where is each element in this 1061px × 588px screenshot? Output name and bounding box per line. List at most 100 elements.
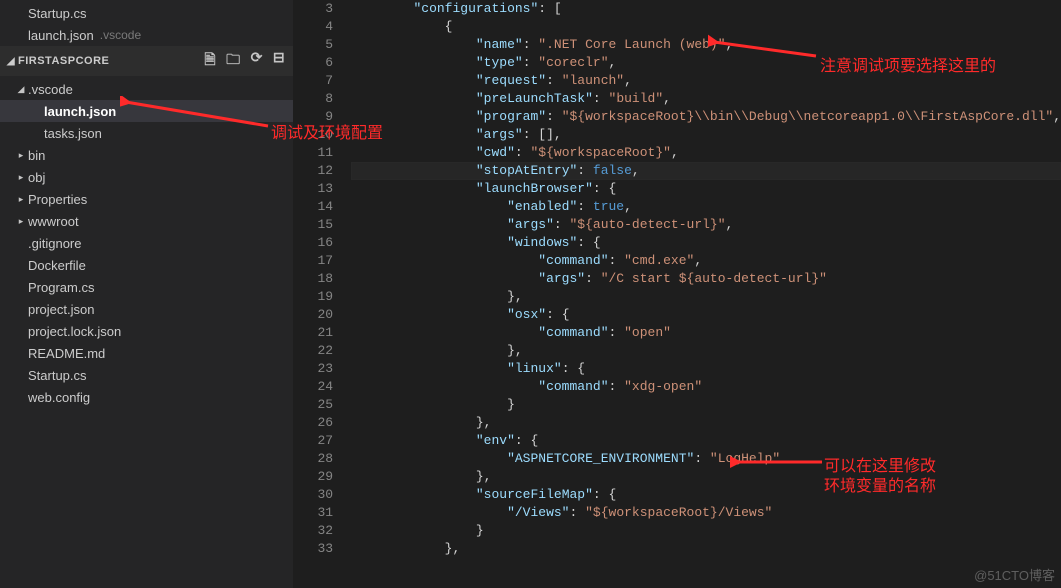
code-content[interactable]: "configurations": [ { "name": ".NET Core… [351,0,1061,588]
code-line[interactable]: "osx": { [351,306,1061,324]
code-editor[interactable]: 3456789101112131415161718192021222324252… [293,0,1061,588]
tree-item-label: project.json [28,302,94,317]
code-line[interactable]: "preLaunchTask": "build", [351,90,1061,108]
line-number: 29 [293,468,333,486]
line-number: 23 [293,360,333,378]
code-line[interactable]: "windows": { [351,234,1061,252]
tree-file[interactable]: ▸README.md [0,342,293,364]
tree-item-label: bin [28,148,45,163]
code-line[interactable]: "configurations": [ [351,0,1061,18]
line-number: 27 [293,432,333,450]
line-number: 30 [293,486,333,504]
code-line[interactable]: "env": { [351,432,1061,450]
open-editor-filename: Startup.cs [28,6,87,21]
open-editor-filename: launch.json [28,28,94,43]
file-tree: ◢.vscode▸launch.json▸tasks.json▸bin▸obj▸… [0,76,293,408]
tree-file[interactable]: ▸Program.cs [0,276,293,298]
code-line[interactable]: "command": "cmd.exe", [351,252,1061,270]
line-number: 10 [293,126,333,144]
tree-folder[interactable]: ◢.vscode [0,78,293,100]
explorer-section-header[interactable]: ◢ FIRSTASPCORE 🗎 🗀 ⟳ ⊟ [0,46,293,76]
refresh-icon[interactable]: ⟳ [251,49,263,73]
code-line[interactable]: "args": "${auto-detect-url}", [351,216,1061,234]
collapse-all-icon[interactable]: ⊟ [273,49,285,73]
tree-file[interactable]: ▸project.json [0,298,293,320]
project-title: FIRSTASPCORE [18,55,204,67]
tree-item-label: .vscode [28,82,73,97]
code-line[interactable]: "linux": { [351,360,1061,378]
tree-item-label: .gitignore [28,236,81,251]
code-line[interactable]: } [351,522,1061,540]
chevron-right-icon: ▸ [14,194,28,205]
new-file-icon[interactable]: 🗎 [204,49,216,73]
tree-file[interactable]: ▸launch.json [0,100,293,122]
code-line[interactable]: "name": ".NET Core Launch (web)", [351,36,1061,54]
code-line[interactable]: "type": "coreclr", [351,54,1061,72]
code-line[interactable]: "launchBrowser": { [351,180,1061,198]
code-line[interactable]: }, [351,342,1061,360]
line-number: 32 [293,522,333,540]
code-line[interactable]: "stopAtEntry": false, [351,162,1061,180]
watermark: @51CTO博客 [974,565,1055,584]
tree-item-label: Startup.cs [28,368,87,383]
open-editors-group: Startup.cs launch.json.vscode [0,0,293,46]
code-line[interactable]: "sourceFileMap": { [351,486,1061,504]
line-number: 4 [293,18,333,36]
code-line[interactable]: }, [351,468,1061,486]
code-line[interactable]: "enabled": true, [351,198,1061,216]
code-line[interactable]: "args": [], [351,126,1061,144]
line-number: 26 [293,414,333,432]
line-number: 7 [293,72,333,90]
tree-item-label: Program.cs [28,280,94,295]
new-folder-icon[interactable]: 🗀 [226,49,241,73]
line-number: 8 [293,90,333,108]
line-number: 13 [293,180,333,198]
code-line[interactable]: "program": "${workspaceRoot}\\bin\\Debug… [351,108,1061,126]
tree-file[interactable]: ▸tasks.json [0,122,293,144]
line-number: 22 [293,342,333,360]
line-number: 11 [293,144,333,162]
line-number: 6 [293,54,333,72]
tree-file[interactable]: ▸project.lock.json [0,320,293,342]
code-line[interactable]: "request": "launch", [351,72,1061,90]
tree-folder[interactable]: ▸obj [0,166,293,188]
tree-file[interactable]: ▸.gitignore [0,232,293,254]
code-line[interactable]: "/Views": "${workspaceRoot}/Views" [351,504,1061,522]
explorer-sidebar: Startup.cslaunch.json.vscode ◢ FIRSTASPC… [0,0,293,588]
tree-item-label: Dockerfile [28,258,86,273]
chevron-right-icon: ▸ [14,150,28,161]
tree-item-label: README.md [28,346,105,361]
tree-item-label: project.lock.json [28,324,121,339]
open-editor-item[interactable]: Startup.cs [0,2,293,24]
tree-folder[interactable]: ▸Properties [0,188,293,210]
line-number: 17 [293,252,333,270]
code-line[interactable]: }, [351,414,1061,432]
code-line[interactable]: } [351,396,1061,414]
line-number: 25 [293,396,333,414]
code-line[interactable]: "command": "open" [351,324,1061,342]
code-line[interactable]: "ASPNETCORE_ENVIRONMENT": "LogHelp" [351,450,1061,468]
tree-folder[interactable]: ▸wwwroot [0,210,293,232]
tree-folder[interactable]: ▸bin [0,144,293,166]
code-line[interactable]: "command": "xdg-open" [351,378,1061,396]
tree-item-label: tasks.json [44,126,102,141]
line-number: 14 [293,198,333,216]
line-number: 33 [293,540,333,558]
code-line[interactable]: }, [351,540,1061,558]
tree-file[interactable]: ▸Startup.cs [0,364,293,386]
tree-file[interactable]: ▸Dockerfile [0,254,293,276]
code-line[interactable]: "args": "/C start ${auto-detect-url}" [351,270,1061,288]
tree-item-label: launch.json [44,104,116,119]
line-number: 15 [293,216,333,234]
open-editor-item[interactable]: launch.json.vscode [0,24,293,46]
line-number: 24 [293,378,333,396]
line-number-gutter: 3456789101112131415161718192021222324252… [293,0,351,588]
tree-file[interactable]: ▸web.config [0,386,293,408]
code-line[interactable]: "cwd": "${workspaceRoot}", [351,144,1061,162]
chevron-right-icon: ▸ [14,216,28,227]
line-number: 21 [293,324,333,342]
code-line[interactable]: }, [351,288,1061,306]
line-number: 3 [293,0,333,18]
code-line[interactable]: { [351,18,1061,36]
line-number: 18 [293,270,333,288]
